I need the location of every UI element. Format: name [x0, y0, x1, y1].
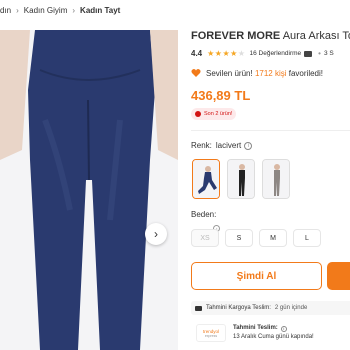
info-icon[interactable]: i [280, 325, 287, 332]
swatch-image [228, 160, 254, 198]
express-date: 13 Aralık Cuma günü kapında! [233, 334, 314, 340]
stock-badge-text: Son 2 ürün! [204, 111, 233, 117]
add-to-cart-button[interactable] [327, 262, 350, 290]
qa-count-link[interactable]: 3 S [324, 50, 334, 57]
info-icon[interactable]: i [244, 141, 253, 150]
color-label: Renk: [191, 141, 212, 150]
chevron-right-icon: › [16, 5, 19, 15]
rating-score: 4.4 [191, 49, 203, 58]
camera-icon [304, 50, 313, 57]
stock-badge: Son 2 ürün! [191, 108, 237, 120]
favorite-info: Sevilen ürün! 1712 kişi favoriledi! [191, 68, 323, 78]
product-title: FOREVER MORE Aura Arkası Topl [191, 30, 350, 42]
delivery-label: Tahmini Kargoya Teslim: [206, 305, 271, 311]
clock-icon [195, 111, 201, 117]
star-icon: ★ [230, 49, 238, 58]
gallery-next-button[interactable]: › [145, 223, 167, 245]
size-option-l[interactable]: L [293, 229, 321, 247]
color-swatch-gray[interactable] [262, 159, 290, 199]
rating-row: 4.4 ★★★★★ 16 Değerlendirme • 3 S [191, 49, 334, 58]
express-title: Tahmini Teslim: [233, 325, 278, 331]
product-image-gallery[interactable]: › [0, 30, 178, 350]
divider [191, 130, 350, 131]
delivery-estimate: Tahmini Kargoya Teslim: 2 gün içinde [191, 301, 350, 315]
divider-dot: • [318, 49, 321, 58]
rating-stars: ★★★★★ [207, 49, 245, 58]
trendyol-express-logo: trendyol express [196, 324, 226, 342]
product-brand[interactable]: FOREVER MORE [191, 30, 280, 42]
fav-count: 1712 kişi [254, 68, 287, 78]
truck-icon [195, 305, 202, 311]
star-icon: ★ [237, 49, 246, 58]
review-count-link[interactable]: 16 Değerlendirme [249, 50, 301, 57]
buy-now-button[interactable]: Şimdi Al [191, 262, 322, 290]
chevron-right-icon: › [72, 5, 76, 15]
star-icon: ★ [207, 49, 215, 58]
product-name: Aura Arkası Topl [282, 30, 350, 42]
breadcrumb-item-kadin-tayt[interactable]: Kadın Tayt [80, 6, 120, 15]
swatch-image [193, 160, 219, 198]
product-price: 436,89 TL [191, 88, 251, 103]
breadcrumb: dın › Kadın Giyim › Kadın Tayt [0, 3, 120, 17]
color-swatch-black[interactable] [227, 159, 255, 199]
product-image [0, 30, 178, 350]
size-label: Beden: [191, 210, 217, 219]
color-value: lacivert [215, 141, 242, 150]
size-option-m[interactable]: M [259, 229, 287, 247]
color-selector-header: Renk: lacivert i [191, 141, 253, 150]
express-text: Tahmini Teslim: i 13 Aralık Cuma günü kap… [233, 324, 314, 342]
express-delivery: trendyol express Tahmini Teslim: i 13 Ara… [196, 324, 314, 342]
logo-sub-text: express [204, 333, 218, 338]
star-icon: ★ [222, 49, 231, 58]
heart-icon [191, 69, 201, 77]
breadcrumb-item-kadin-giyim[interactable]: Kadın Giyim [24, 6, 68, 15]
breadcrumb-item-kadin[interactable]: dın [0, 6, 11, 15]
size-option-xs[interactable]: XS [191, 229, 219, 247]
fav-text-pre: Sevilen ürün! [206, 68, 253, 78]
color-swatch-navy[interactable] [192, 159, 220, 199]
size-option-s[interactable]: S [225, 229, 253, 247]
delivery-estimate-value: 2 gün içinde [274, 305, 308, 311]
swatch-image [263, 160, 289, 198]
fav-text-post: favoriledi! [288, 68, 323, 78]
